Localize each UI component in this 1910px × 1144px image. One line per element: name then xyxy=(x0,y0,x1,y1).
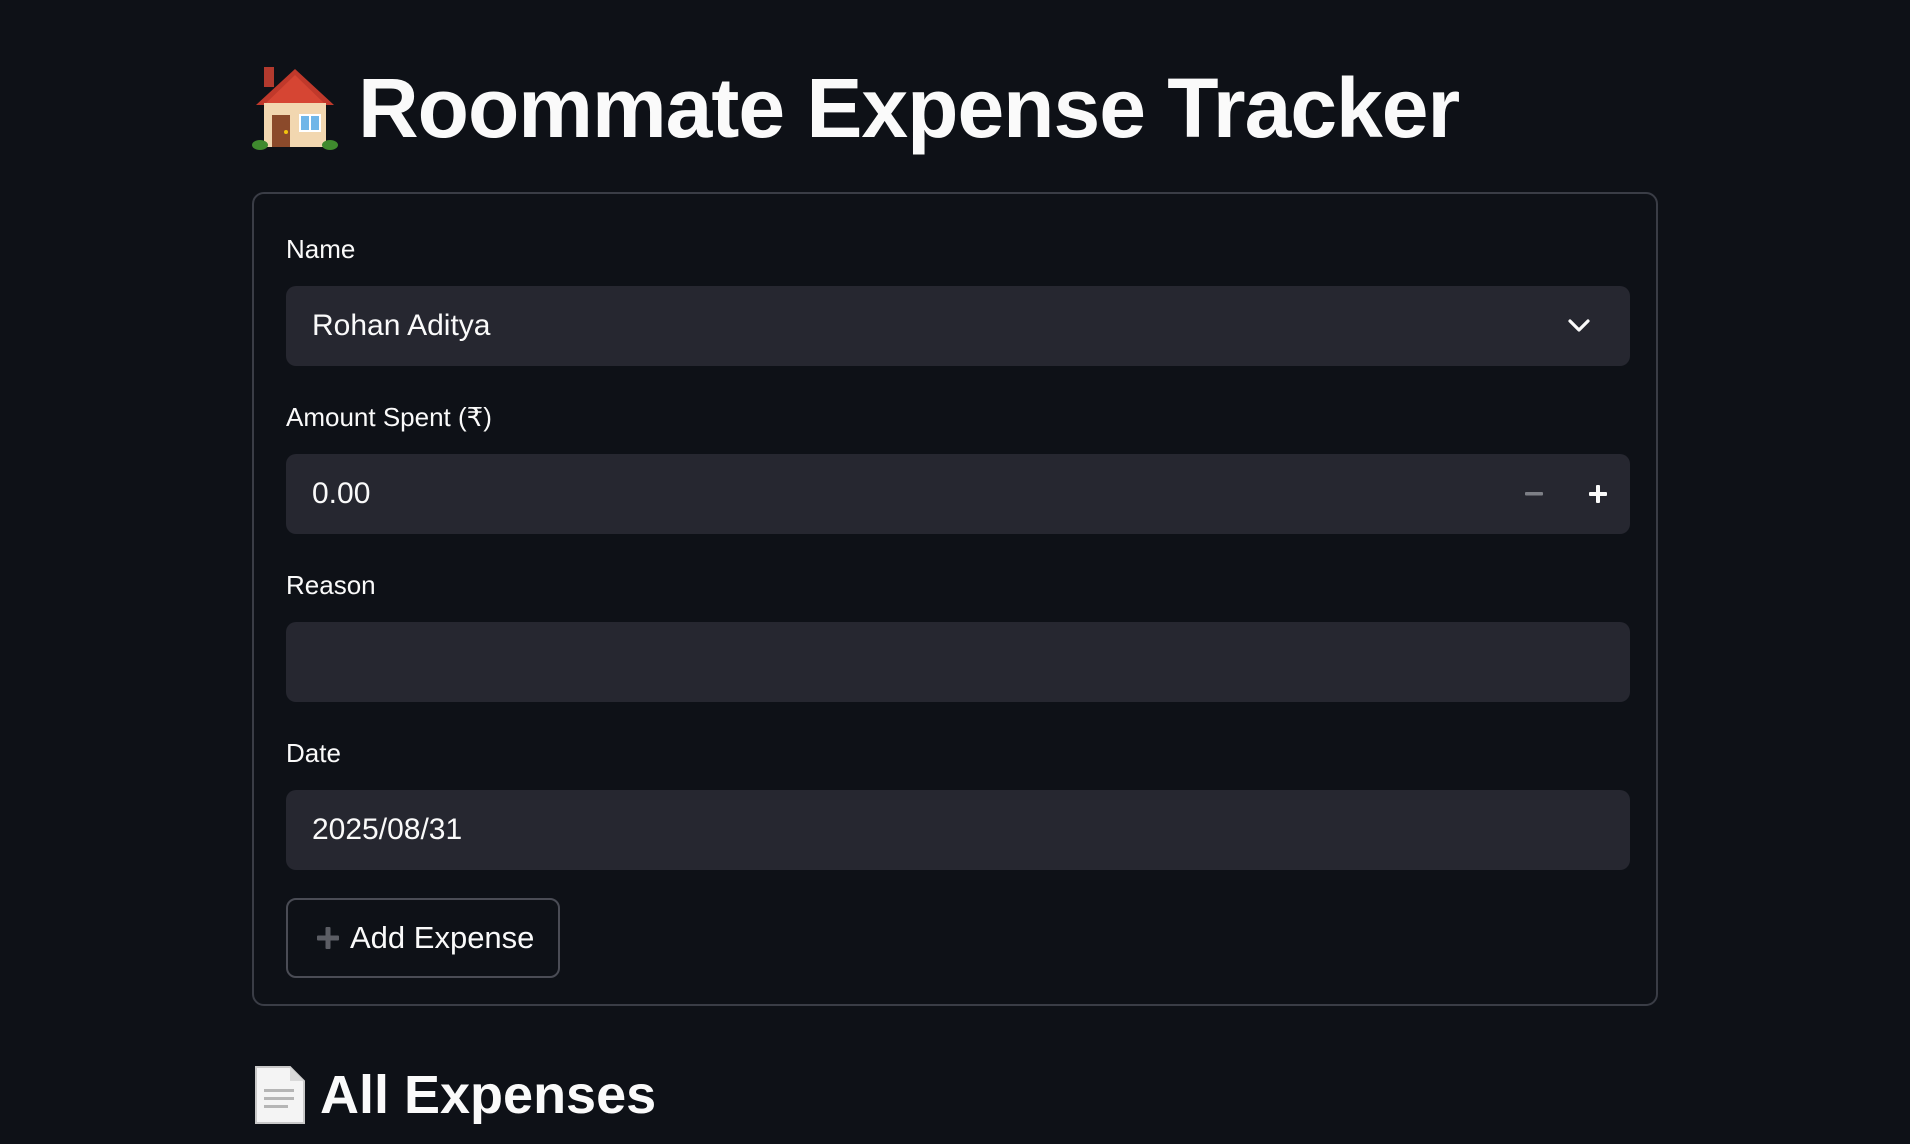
reason-label: Reason xyxy=(286,570,376,600)
all-expenses-heading: All Expenses xyxy=(252,1060,656,1130)
plus-icon xyxy=(316,926,340,950)
add-expense-label: Add Expense xyxy=(350,920,535,955)
date-input[interactable] xyxy=(312,813,1630,847)
app-page: Roommate Expense Tracker Name Rohan Adit… xyxy=(0,0,1910,1144)
page-title-text: Roommate Expense Tracker xyxy=(358,60,1460,155)
name-select[interactable]: Rohan Aditya xyxy=(286,286,1630,366)
document-icon xyxy=(252,1065,306,1125)
all-expenses-title: All Expenses xyxy=(320,1065,657,1125)
decrement-button[interactable] xyxy=(1502,454,1566,534)
plus-icon xyxy=(1589,485,1607,503)
chevron-down-icon[interactable] xyxy=(1566,313,1592,339)
expense-form: Name Rohan Aditya Amount Spent (₹) 0.00 … xyxy=(252,192,1658,1006)
page-title: Roommate Expense Tracker xyxy=(252,58,1460,158)
amount-label: Amount Spent (₹) xyxy=(286,402,492,432)
date-label: Date xyxy=(286,738,341,768)
add-expense-button[interactable]: Add Expense xyxy=(286,898,561,978)
house-icon xyxy=(252,65,338,151)
amount-input[interactable] xyxy=(312,477,1630,511)
amount-stepper xyxy=(286,454,1630,534)
name-select-value: Rohan Aditya xyxy=(312,309,491,342)
reason-input[interactable] xyxy=(312,645,1630,679)
reason-field xyxy=(286,622,1630,702)
minus-icon xyxy=(1525,492,1543,496)
name-label: Name xyxy=(286,234,356,264)
date-field xyxy=(286,790,1630,870)
increment-button[interactable] xyxy=(1566,454,1630,534)
